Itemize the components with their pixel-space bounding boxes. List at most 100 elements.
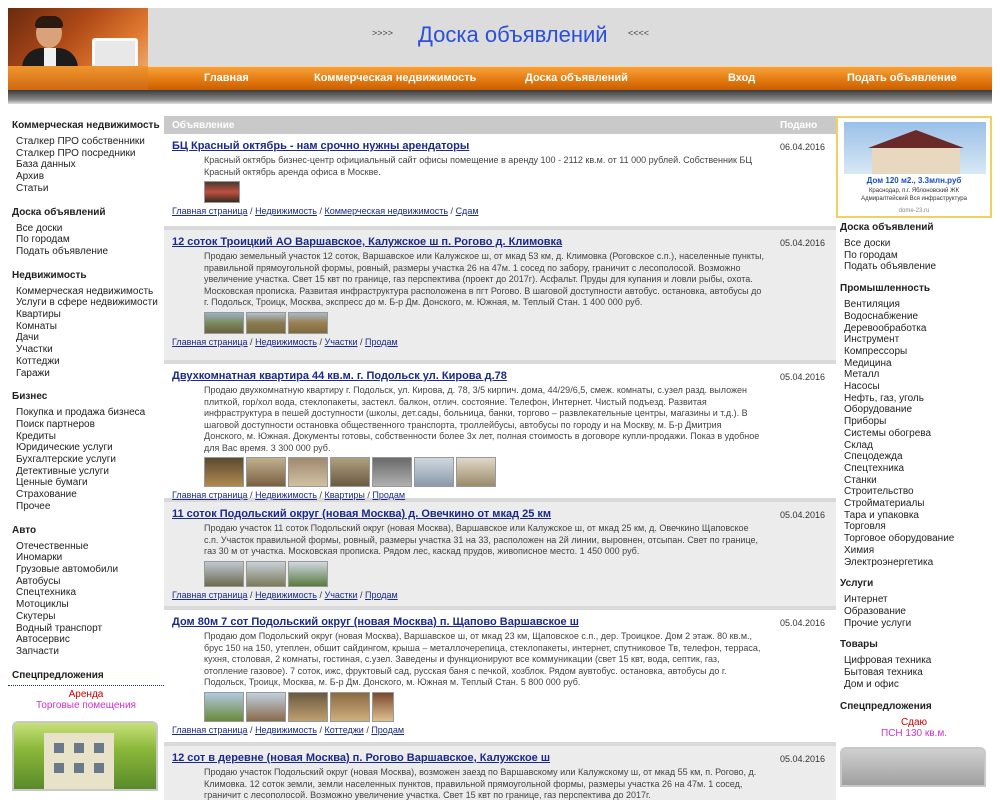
left-link[interactable]: Запчасти [8,646,164,658]
left-link[interactable]: Мотоциклы [8,599,164,611]
left-link[interactable]: По городам [8,234,164,246]
right-link[interactable]: Компрессоры [836,346,992,358]
left-link[interactable]: Водный транспорт [8,623,164,635]
breadcrumb-link[interactable]: Недвижимость [255,490,317,500]
left-link[interactable]: Скутеры [8,611,164,623]
listing-thumbnail[interactable] [204,560,244,587]
right-link[interactable]: Прочие услуги [836,618,992,630]
left-link[interactable]: Ценные бумаги [8,477,164,489]
left-link[interactable]: Автобусы [8,576,164,588]
right-link[interactable]: Подать объявление [836,261,992,273]
breadcrumb-link[interactable]: Недвижимость [255,590,317,600]
listing-thumbnail[interactable] [204,181,240,203]
listing-thumbnail[interactable] [246,691,286,722]
listing-title[interactable]: БЦ Красный октябрь - нам срочно нужны ар… [172,140,469,152]
left-link[interactable]: Грузовые автомобили [8,564,164,576]
left-link[interactable]: Статьи [8,183,164,195]
right-link[interactable]: Электроэнергетика [836,557,992,569]
breadcrumb-link[interactable]: Продам [371,725,404,735]
breadcrumb-link[interactable]: Участки [325,337,358,347]
right-link[interactable]: Склад [836,440,992,452]
listing-thumbnail[interactable] [456,457,496,487]
right-link[interactable]: Дом и офис [836,679,992,691]
listing-thumbnail[interactable] [288,311,328,334]
listing-thumbnail[interactable] [246,457,286,487]
left-link[interactable]: Коммерческая недвижимость [8,286,164,298]
right-link[interactable]: Стройматериалы [836,498,992,510]
right-link[interactable]: Нефть, газ, уголь [836,393,992,405]
right-link[interactable]: Деревообработка [836,323,992,335]
listing-thumbnail[interactable] [204,311,244,334]
listing-title[interactable]: 11 соток Подольский округ (новая Москва)… [172,508,551,520]
listing-title[interactable]: Дом 80м 7 сот Подольский округ (новая Мо… [172,616,579,628]
special-offer-line1[interactable]: Сдаю [836,717,992,728]
left-link[interactable]: Все доски [8,223,164,235]
right-link[interactable]: Оборудование [836,404,992,416]
left-link[interactable]: Автосервис [8,634,164,646]
right-link[interactable]: По городам [836,250,992,262]
listing-thumbnail[interactable] [288,560,328,587]
listing-thumbnail[interactable] [330,691,370,722]
right-link[interactable]: Торговля [836,521,992,533]
left-link[interactable]: Спецтехника [8,587,164,599]
listing-thumbnail[interactable] [288,457,328,487]
listing-title[interactable]: Двухкомнатная квартира 44 кв.м. г. Подол… [172,370,507,382]
special-offer-line1[interactable]: Аренда [8,689,164,700]
right-link[interactable]: Насосы [836,381,992,393]
banner-ad[interactable]: Дом 120 м2., 3.3млн.руб Краснодар, п.г. … [836,116,992,218]
nav-commercial-realty[interactable]: Коммерческая недвижимость [314,72,476,84]
nav-board[interactable]: Доска объявлений [525,72,628,84]
left-link[interactable]: Бухгалтерские услуги [8,454,164,466]
breadcrumb-link[interactable]: Коммерческая недвижимость [325,206,449,216]
breadcrumb-link[interactable]: Коттеджи [325,725,364,735]
nav-login[interactable]: Вход [728,72,755,84]
left-link[interactable]: Покупка и продажа бизнеса [8,407,164,419]
right-link[interactable]: Все доски [836,238,992,250]
left-link[interactable]: Детективные услуги [8,466,164,478]
special-offer-image[interactable] [840,746,986,787]
listing-thumbnail[interactable] [246,311,286,334]
left-link[interactable]: Страхование [8,489,164,501]
special-offer-line2[interactable]: ПСН 130 кв.м. [836,728,992,739]
left-link[interactable]: Комнаты [8,321,164,333]
breadcrumb-link[interactable]: Недвижимость [255,337,317,347]
breadcrumb-link[interactable]: Участки [325,590,358,600]
breadcrumb-link[interactable]: Продам [365,337,398,347]
left-link[interactable]: Подать объявление [8,246,164,258]
left-link[interactable]: Участки [8,344,164,356]
left-link[interactable]: Юридические услуги [8,442,164,454]
left-link[interactable]: Иномарки [8,552,164,564]
listing-thumbnail[interactable] [330,457,370,487]
left-link[interactable]: Кредиты [8,431,164,443]
breadcrumb-link[interactable]: Главная страница [172,725,248,735]
left-link[interactable]: Гаражи [8,368,164,380]
right-link[interactable]: Тара и упаковка [836,510,992,522]
right-link[interactable]: Цифровая техника [836,655,992,667]
right-link[interactable]: Спецтехника [836,463,992,475]
left-link[interactable]: Услуги в сфере недвижимости [8,297,164,309]
breadcrumb-link[interactable]: Недвижимость [255,206,317,216]
right-link[interactable]: Металл [836,369,992,381]
breadcrumb-link[interactable]: Продам [365,590,398,600]
right-link[interactable]: Вентиляция [836,299,992,311]
right-link[interactable]: Химия [836,545,992,557]
right-link[interactable]: Спецодежда [836,451,992,463]
right-link[interactable]: Инструмент [836,334,992,346]
listing-thumbnail[interactable] [372,691,394,722]
breadcrumb-link[interactable]: Главная страница [172,590,248,600]
right-link[interactable]: Приборы [836,416,992,428]
breadcrumb-link[interactable]: Главная страница [172,490,248,500]
listing-thumbnail[interactable] [372,457,412,487]
special-offer-image[interactable] [12,720,158,791]
right-link[interactable]: Интернет [836,594,992,606]
breadcrumb-link[interactable]: Недвижимость [255,725,317,735]
left-link[interactable]: Сталкер ПРО посредники [8,148,164,160]
left-link[interactable]: Отечественные [8,541,164,553]
nav-home[interactable]: Главная [204,72,249,84]
listing-thumbnail[interactable] [288,691,328,722]
left-link[interactable]: Поиск партнеров [8,419,164,431]
breadcrumb-link[interactable]: Квартиры [325,490,365,500]
listing-thumbnail[interactable] [204,457,244,487]
left-link[interactable]: Прочее [8,501,164,513]
breadcrumb-link[interactable]: Сдам [456,206,479,216]
